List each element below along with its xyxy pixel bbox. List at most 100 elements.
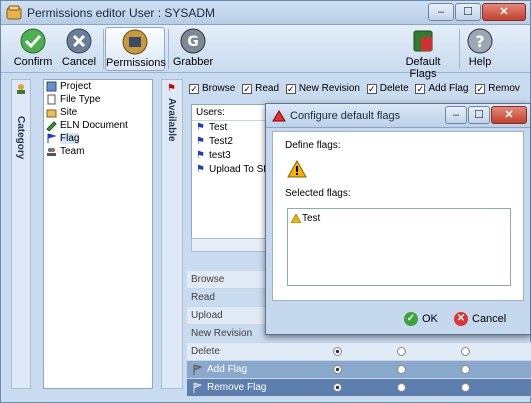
eln-document-icon xyxy=(46,121,57,131)
confirm-label: Confirm xyxy=(13,56,53,68)
checkbox[interactable]: ✓ xyxy=(285,84,296,94)
add-flag-icon xyxy=(193,364,203,375)
dialog-app-icon xyxy=(272,110,286,122)
radio-option[interactable] xyxy=(396,347,406,356)
dialog-close-button[interactable]: ✕ xyxy=(491,106,527,124)
default-flags-label: Default Flags xyxy=(405,56,441,80)
check-add-flag[interactable]: ✓ Add Flag xyxy=(415,79,468,99)
category-label: Category xyxy=(15,116,26,160)
user-item[interactable]: ⚑ Test2 xyxy=(192,135,270,149)
permissions-icon xyxy=(122,29,148,55)
available-flag-icon: ⚑ xyxy=(167,83,176,94)
ok-button[interactable]: ✓ OK xyxy=(402,310,438,328)
tree-item-project[interactable]: Project xyxy=(44,80,152,93)
dialog-title-bar: Configure default flags ‒ ☐ ✕ xyxy=(266,104,530,128)
svg-text:G: G xyxy=(187,34,199,50)
toolbar: Confirm Cancel Permissions G Grabber Def… xyxy=(1,25,530,80)
flag-icon: ⚑ xyxy=(196,164,205,175)
selected-flag-item[interactable]: Test xyxy=(288,212,510,226)
minimize-button[interactable]: ‒ xyxy=(428,3,454,21)
grid-row-delete[interactable]: Delete xyxy=(187,343,531,361)
window-title: Permissions editor User : SYSADM xyxy=(27,6,216,20)
available-label: Available xyxy=(166,98,177,142)
flag-icon xyxy=(47,133,57,143)
cancel-icon xyxy=(66,28,92,54)
configure-flags-dialog: Configure default flags ‒ ☐ ✕ Define fla… xyxy=(265,103,531,335)
checkbox[interactable]: ✓ xyxy=(475,84,486,94)
user-item[interactable]: ⚑ Upload To SL xyxy=(192,163,270,177)
users-horizontal-scrollbar[interactable] xyxy=(191,238,271,252)
radio-option[interactable] xyxy=(460,365,470,374)
cancel-label: Cancel xyxy=(61,56,97,68)
dialog-maximize-button[interactable]: ☐ xyxy=(468,106,490,124)
check-remove-flag[interactable]: ✓ Remov xyxy=(475,79,520,99)
radio-option[interactable] xyxy=(332,383,342,392)
category-strip[interactable]: Category xyxy=(11,79,31,389)
user-item[interactable]: ⚑ Test xyxy=(192,121,270,135)
radio-option[interactable] xyxy=(396,383,406,392)
dialog-cancel-button[interactable]: ✕ Cancel xyxy=(452,310,506,328)
flag-icon: ⚑ xyxy=(196,122,205,133)
ok-icon: ✓ xyxy=(404,312,418,326)
grabber-label: Grabber xyxy=(172,56,214,68)
dialog-body: Define flags: Selected flags: Test xyxy=(272,131,524,301)
check-read[interactable]: ✓ Read xyxy=(242,79,279,99)
confirm-icon xyxy=(20,28,46,54)
check-delete[interactable]: ✓ Delete xyxy=(366,79,409,99)
available-strip[interactable]: ⚑ Available xyxy=(161,79,183,389)
remove-flag-icon xyxy=(193,382,203,393)
file-type-icon xyxy=(47,94,56,105)
users-list[interactable]: Users: ⚑ Test ⚑ Test2 ⚑ test3 ⚑ Upload To SL xyxy=(191,104,271,252)
checkbox[interactable]: ✓ xyxy=(189,84,199,94)
radio-option[interactable] xyxy=(396,365,406,374)
category-tree[interactable]: Project File Type Site ELN Document Flag… xyxy=(43,79,153,389)
selected-flags-list[interactable]: Test xyxy=(287,208,511,286)
warning-icon[interactable] xyxy=(287,160,307,178)
grid-row-remove-flag[interactable]: Remove Flag xyxy=(187,379,531,397)
radio-option[interactable] xyxy=(460,347,470,356)
grid-row-add-flag[interactable]: Add Flag xyxy=(187,361,531,379)
checkbox[interactable]: ✓ xyxy=(415,84,426,94)
close-button[interactable]: ✕ xyxy=(482,3,526,21)
radio-option[interactable] xyxy=(332,347,342,356)
team-icon xyxy=(47,148,56,156)
tree-item-site[interactable]: Site xyxy=(44,106,152,119)
project-icon xyxy=(46,81,57,92)
help-button[interactable]: ? Help xyxy=(464,27,496,71)
permissions-button[interactable]: Permissions xyxy=(105,27,166,71)
maximize-button[interactable]: ☐ xyxy=(455,3,481,21)
title-bar: Permissions editor User : SYSADM ‒ ☐ ✕ xyxy=(1,1,530,25)
app-icon xyxy=(6,5,22,20)
default-flags-button[interactable]: Default Flags xyxy=(393,27,453,80)
flag-icon: ⚑ xyxy=(196,150,205,161)
tree-item-flag[interactable]: Flag xyxy=(44,132,152,145)
tree-item-eln-document[interactable]: ELN Document xyxy=(44,119,152,132)
users-header: Users: xyxy=(192,105,270,121)
permissions-label: Permissions xyxy=(106,57,166,69)
grabber-icon: G xyxy=(180,28,206,54)
cancel-icon: ✕ xyxy=(454,312,468,326)
check-browse[interactable]: ✓ Browse xyxy=(189,79,235,99)
grabber-button[interactable]: G Grabber xyxy=(171,27,215,71)
svg-text:?: ? xyxy=(475,32,484,51)
tree-item-file-type[interactable]: File Type xyxy=(44,93,152,106)
selected-flags-label: Selected flags: xyxy=(285,188,351,199)
confirm-button[interactable]: Confirm xyxy=(11,27,55,71)
checkbox[interactable]: ✓ xyxy=(366,84,377,94)
radio-option[interactable] xyxy=(332,365,342,374)
dialog-minimize-button[interactable]: ‒ xyxy=(445,106,467,124)
check-new-revision[interactable]: ✓ New Revision xyxy=(285,79,360,99)
radio-option[interactable] xyxy=(460,383,470,392)
dialog-title: Configure default flags xyxy=(290,110,401,122)
permission-checkboxes: ✓ Browse ✓ Read ✓ New Revision ✓ Delete ✓ Add… xyxy=(189,79,531,101)
help-label: Help xyxy=(468,56,492,68)
checkbox[interactable]: ✓ xyxy=(242,84,253,94)
cancel-button[interactable]: Cancel xyxy=(59,27,99,71)
site-icon xyxy=(46,109,57,118)
define-flags-label: Define flags: xyxy=(285,140,341,151)
user-item[interactable]: ⚑ test3 xyxy=(192,149,270,163)
category-icon xyxy=(17,84,25,94)
warning-icon xyxy=(291,214,301,223)
tree-item-team[interactable]: Team xyxy=(44,145,152,158)
flags-icon xyxy=(413,30,433,52)
